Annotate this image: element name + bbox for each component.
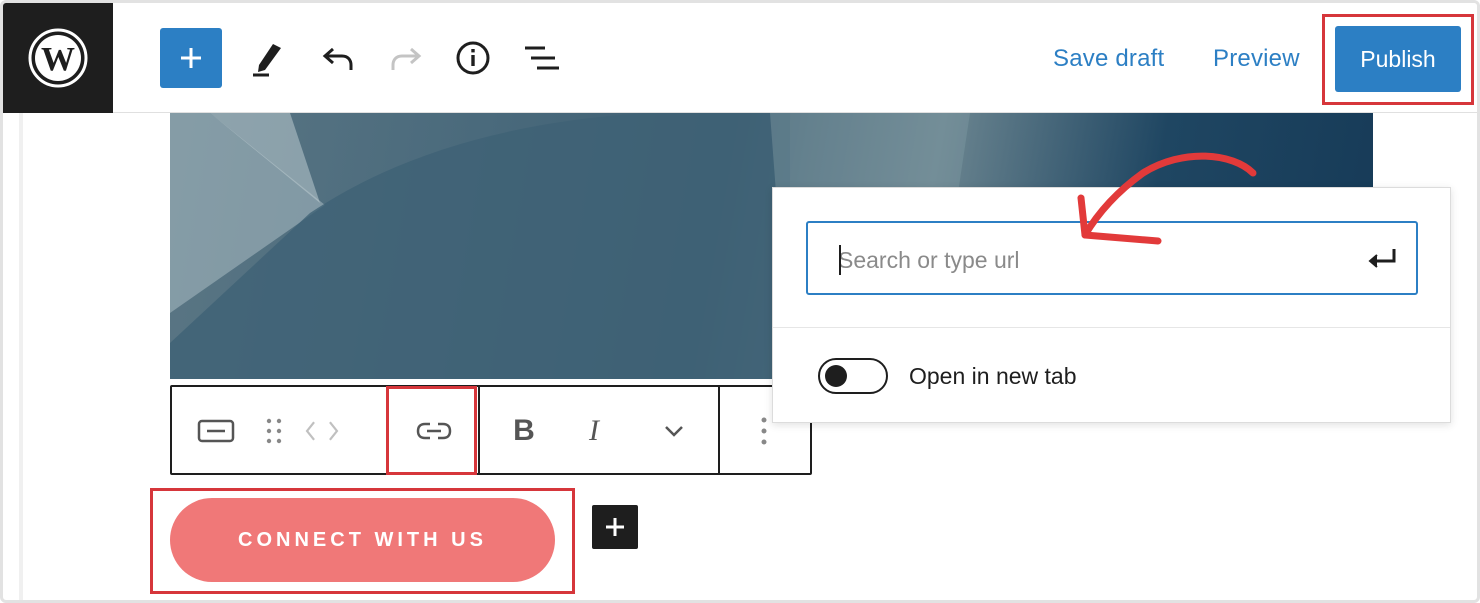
plus-icon <box>181 48 201 68</box>
italic-button[interactable]: I <box>572 409 616 453</box>
block-toolbar: B I <box>170 385 812 475</box>
svg-text:W: W <box>41 41 75 78</box>
submit-link-button[interactable] <box>1362 241 1402 277</box>
move-arrows-icon <box>305 421 339 441</box>
drag-handle[interactable] <box>252 409 296 453</box>
more-formats-button[interactable] <box>652 409 696 453</box>
move-buttons[interactable] <box>300 409 344 453</box>
preview-button[interactable]: Preview <box>1213 45 1300 73</box>
save-draft-button[interactable]: Save draft <box>1053 45 1164 73</box>
chevron-down-icon <box>665 426 683 437</box>
enter-icon <box>1368 249 1396 268</box>
wordpress-logo[interactable]: W <box>3 3 113 113</box>
redo-icon <box>391 47 422 70</box>
details-button[interactable] <box>451 36 495 80</box>
list-view-button[interactable] <box>519 36 563 80</box>
toggle-knob <box>825 365 847 387</box>
block-inserter-button[interactable] <box>592 505 638 549</box>
undo-button[interactable] <box>316 36 360 80</box>
link-highlight <box>386 386 477 475</box>
list-view-icon <box>525 46 559 70</box>
canvas-edge <box>19 113 23 600</box>
editor-window: W Save draft Preview Publish B I CONNECT… <box>0 0 1480 603</box>
plus-icon <box>606 518 624 536</box>
drag-handle-icon <box>266 418 282 444</box>
toolbar-divider <box>718 387 720 473</box>
popover-divider <box>773 327 1450 328</box>
more-vertical-icon <box>761 417 767 445</box>
pencil-icon <box>253 44 281 77</box>
editor-top-bar: W Save draft Preview <box>3 3 1477 113</box>
open-new-tab-label: Open in new tab <box>909 363 1077 389</box>
text-caret <box>839 245 841 275</box>
toolbar-divider <box>478 387 480 473</box>
connect-button[interactable]: CONNECT WITH US <box>170 498 555 582</box>
redo-button[interactable] <box>384 36 428 80</box>
block-type-button[interactable] <box>194 409 238 453</box>
wordpress-icon: W <box>28 28 88 88</box>
link-popover: Open in new tab <box>772 187 1451 423</box>
bold-button[interactable]: B <box>502 409 546 453</box>
tools-button[interactable] <box>245 36 289 80</box>
add-block-button[interactable] <box>160 28 222 88</box>
publish-button[interactable]: Publish <box>1335 26 1461 92</box>
url-input-container <box>806 221 1418 295</box>
url-search-input[interactable] <box>838 245 1338 275</box>
button-block-icon <box>197 419 235 443</box>
info-icon <box>456 41 490 75</box>
undo-icon <box>322 47 353 70</box>
open-new-tab-toggle[interactable] <box>818 358 888 394</box>
